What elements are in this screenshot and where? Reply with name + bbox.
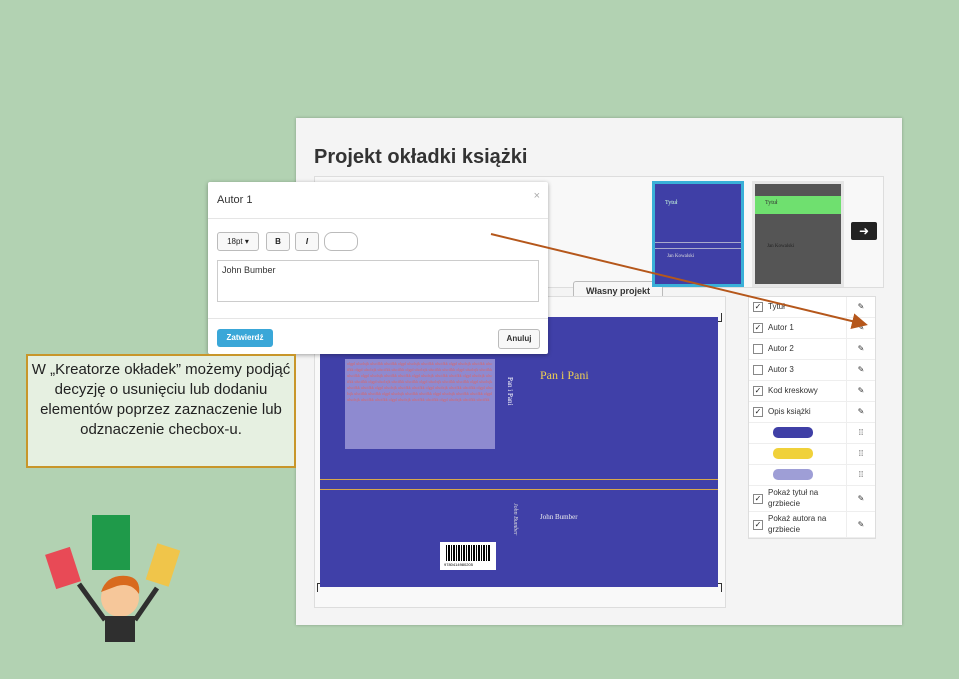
template-author: Jan Kowalski	[767, 244, 795, 249]
toggle-label: Pokaż tytuł na grzbiecie	[768, 488, 819, 508]
body-icon	[105, 616, 135, 642]
left-arm-icon	[76, 582, 108, 622]
template-title: Tytuł	[665, 200, 678, 206]
barcode-bars	[446, 545, 490, 561]
checkbox[interactable]: ✓	[753, 386, 763, 396]
template-thumbnail-blue[interactable]: Tytuł Jan Kowalski	[652, 181, 744, 287]
edit-icon[interactable]: ✎	[846, 486, 875, 511]
element-label: Autor 2	[768, 344, 794, 353]
book-cover[interactable]: olgpl ulsolxjk ulscifkk ulscifkk olgpl u…	[320, 317, 718, 587]
cancel-button[interactable]: Anuluj	[498, 329, 540, 349]
spine-author[interactable]: John Bumber	[512, 503, 518, 535]
color-picker[interactable]	[324, 232, 358, 251]
color-row: ⁞⁞	[749, 465, 875, 486]
color-swatch-lavender[interactable]	[773, 469, 813, 480]
edit-icon[interactable]: ✎	[846, 339, 875, 359]
checkbox[interactable]	[753, 344, 763, 354]
cover-stripe	[320, 479, 718, 480]
bold-button[interactable]: B	[266, 232, 290, 251]
cover-stripe	[320, 489, 718, 490]
barcode[interactable]: 9780414980205	[440, 542, 496, 570]
font-size-value: 18pt	[227, 237, 243, 246]
author-text-input[interactable]: John Bumber	[217, 260, 539, 302]
front-title[interactable]: Pan i Pani	[540, 368, 589, 383]
template-divider	[655, 248, 741, 249]
next-arrow-button[interactable]: ➜	[851, 222, 877, 240]
font-size-select[interactable]: 18pt ▾	[217, 232, 259, 251]
edit-author-dialog: Autor 1 × 18pt ▾ B I John Bumber Zatwier…	[208, 182, 548, 354]
element-row: ✓ Opis książki ✎	[749, 402, 875, 423]
edit-icon[interactable]: ✎	[846, 381, 875, 401]
grid-icon[interactable]: ⁞⁞	[846, 423, 875, 443]
mascot-illustration	[45, 515, 181, 642]
grid-icon[interactable]: ⁞⁞	[846, 465, 875, 485]
checkbox[interactable]: ✓	[753, 520, 763, 530]
edit-icon[interactable]: ✎	[846, 318, 875, 338]
edit-icon[interactable]: ✎	[846, 402, 875, 422]
edit-icon[interactable]: ✎	[846, 297, 875, 317]
checkbox[interactable]: ✓	[753, 302, 763, 312]
back-description[interactable]: olgpl ulsolxjk ulscifkk ulscifkk olgpl u…	[345, 359, 495, 449]
edit-icon[interactable]: ✎	[846, 360, 875, 380]
elements-list: ✓ Tytuł ✎ ✓ Autor 1 ✎ Autor 2 ✎ Autor 3 …	[748, 296, 876, 539]
edit-icon[interactable]: ✎	[846, 512, 875, 537]
color-swatch-yellow[interactable]	[773, 448, 813, 459]
element-row: ✓ Tytuł ✎	[749, 297, 875, 318]
element-row: Autor 3 ✎	[749, 360, 875, 381]
element-label: Autor 1	[768, 323, 794, 332]
toggle-row: ✓ Pokaż tytuł na grzbiecie ✎	[749, 486, 875, 512]
element-label: Kod kreskowy	[768, 386, 818, 395]
color-row: ⁞⁞	[749, 423, 875, 444]
page-title: Projekt okładki książki	[314, 146, 528, 168]
spine-title[interactable]: Pan i Pani	[506, 377, 514, 405]
toggle-label: Pokaż autora na grzbiecie	[768, 514, 827, 534]
chevron-down-icon: ▾	[244, 237, 249, 246]
close-icon[interactable]: ×	[534, 190, 540, 202]
checkbox[interactable]: ✓	[753, 407, 763, 417]
template-thumbnail-green[interactable]: Tytuł Jan Kowalski	[752, 181, 844, 287]
element-label: Autor 3	[768, 365, 794, 374]
grid-icon[interactable]: ⁞⁞	[846, 444, 875, 464]
explanation-callout: W „Kreatorze okładek” możemy podjąć decy…	[26, 354, 296, 468]
template-divider	[655, 242, 741, 243]
color-swatch-blue[interactable]	[773, 427, 813, 438]
dialog-title: Autor 1	[217, 194, 253, 206]
confirm-button[interactable]: Zatwierdź	[217, 329, 273, 347]
element-row: ✓ Kod kreskowy ✎	[749, 381, 875, 402]
color-row: ⁞⁞	[749, 444, 875, 465]
green-book-icon	[92, 515, 130, 570]
element-row: Autor 2 ✎	[749, 339, 875, 360]
italic-button[interactable]: I	[295, 232, 319, 251]
barcode-number: 9780414980205	[444, 562, 473, 567]
checkbox[interactable]: ✓	[753, 323, 763, 333]
checkbox[interactable]: ✓	[753, 494, 763, 504]
dialog-header: Autor 1 ×	[208, 182, 548, 219]
template-author: Jan Kowalski	[667, 254, 695, 259]
element-row: ✓ Autor 1 ✎	[749, 318, 875, 339]
element-label: Tytuł	[768, 302, 785, 311]
toggle-row: ✓ Pokaż autora na grzbiecie ✎	[749, 512, 875, 538]
front-author[interactable]: John Bumber	[540, 513, 578, 521]
dialog-footer: Zatwierdź Anuluj	[208, 318, 548, 355]
element-label: Opis książki	[768, 407, 811, 416]
checkbox[interactable]	[753, 365, 763, 375]
yellow-book-icon	[145, 543, 181, 587]
template-title: Tytuł	[765, 200, 778, 206]
red-book-icon	[45, 546, 81, 590]
